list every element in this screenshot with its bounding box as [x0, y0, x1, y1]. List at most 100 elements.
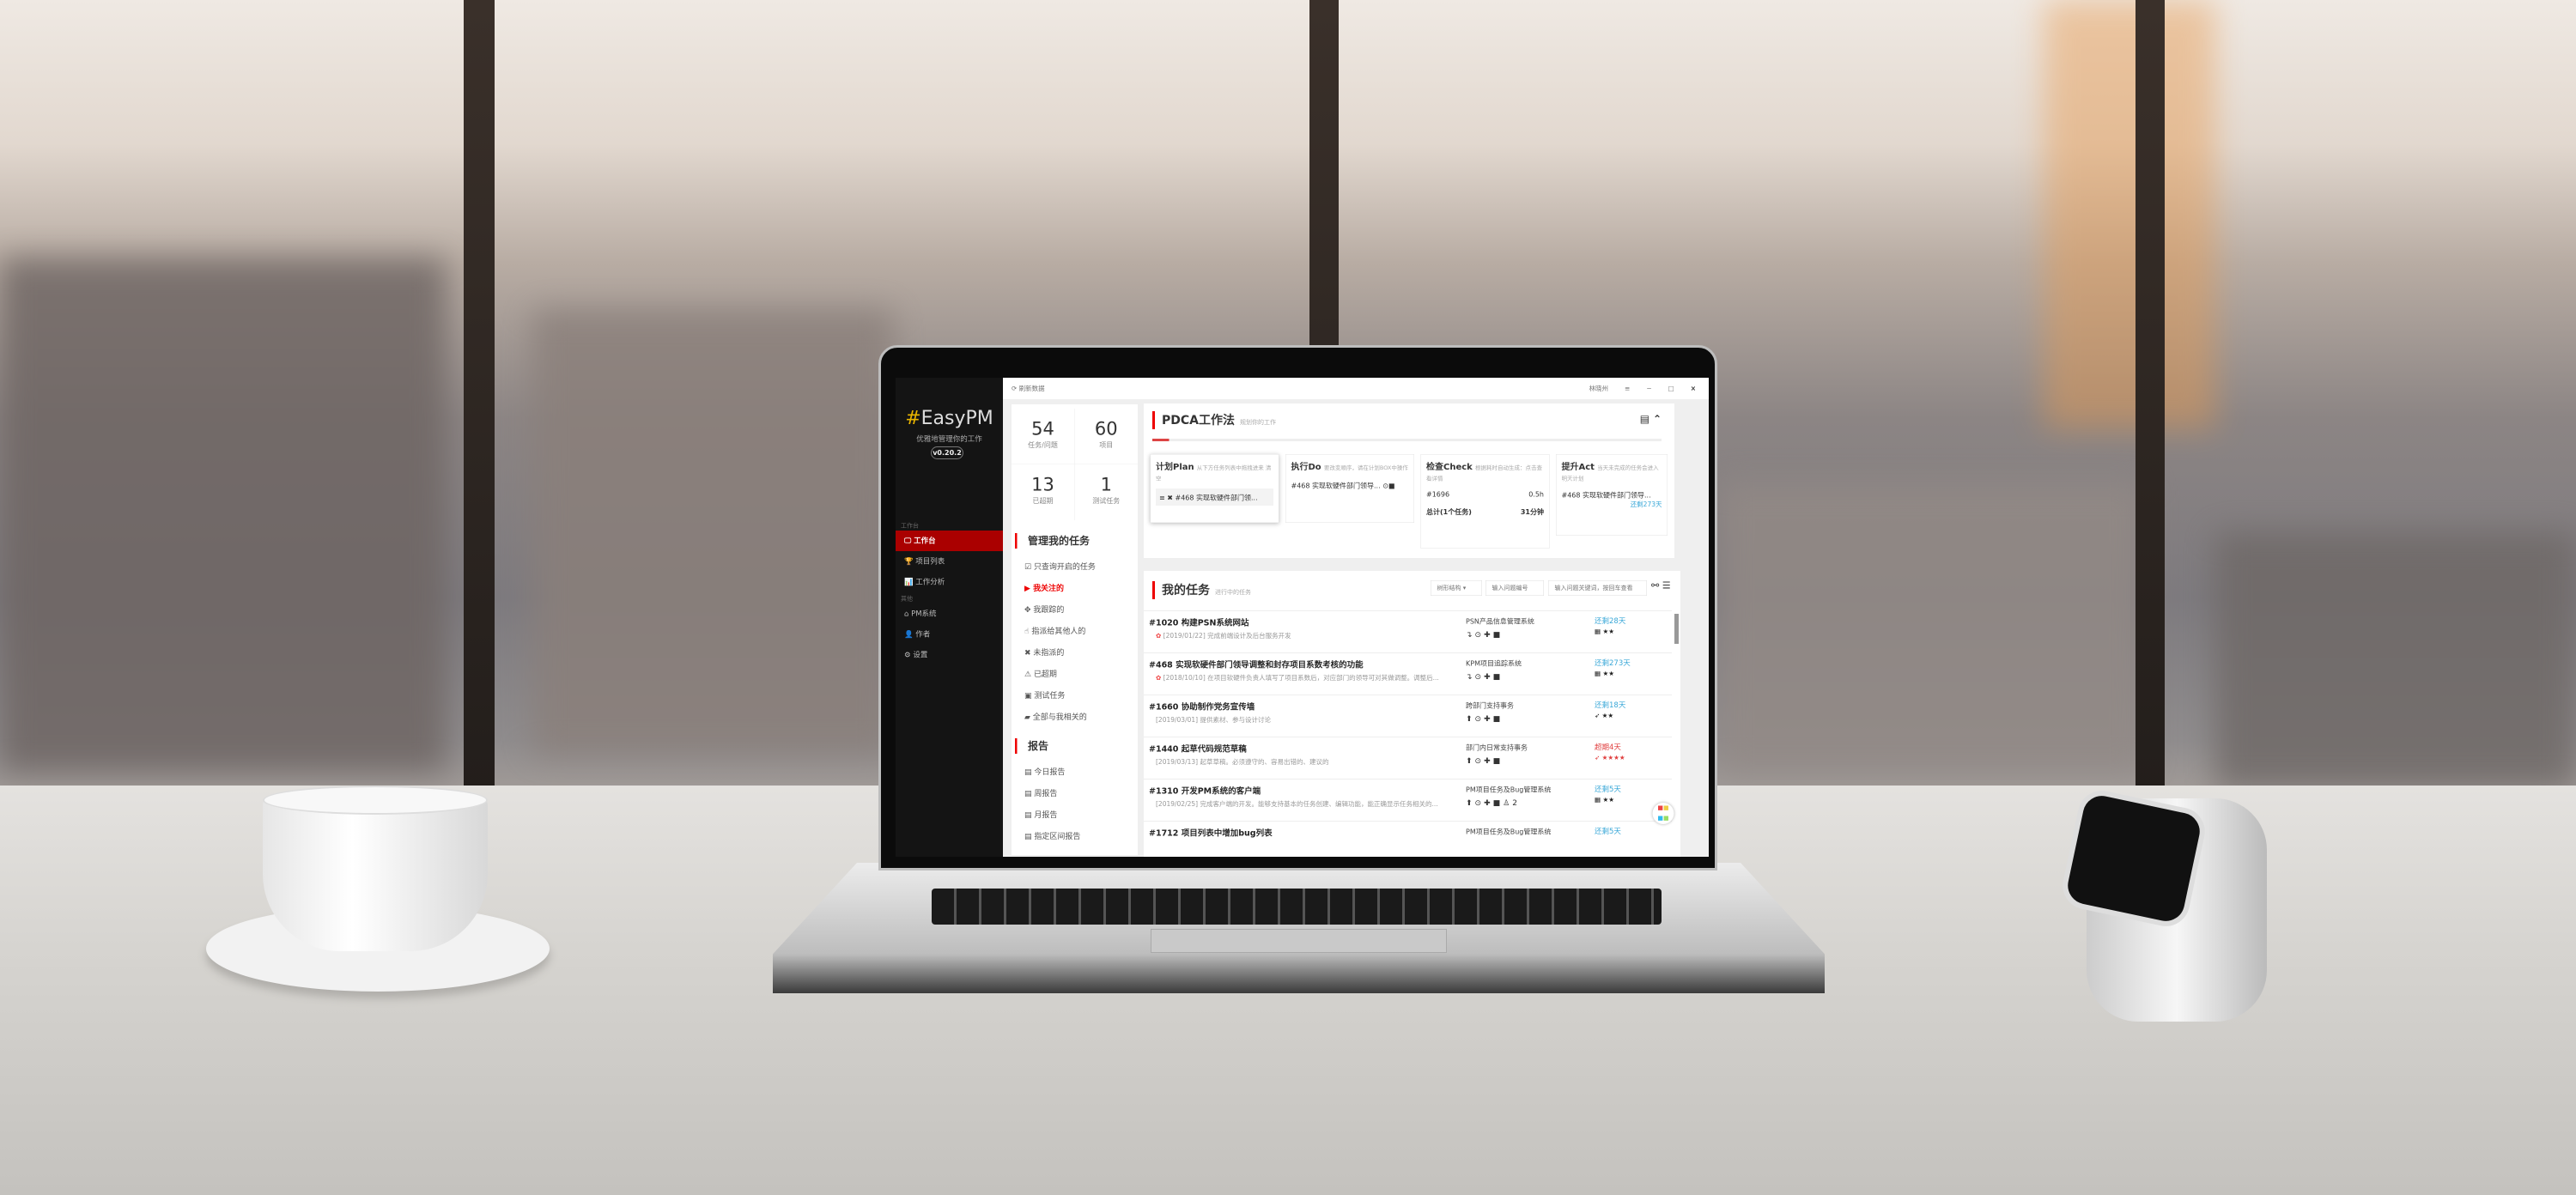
remove-icon[interactable]: ✖ [1167, 494, 1173, 502]
report-range[interactable]: ▤ 指定区间报告 [1012, 826, 1138, 847]
do-item[interactable]: #468 实现软硬件部门领导... ⊙■ [1291, 480, 1409, 490]
clock-icon[interactable]: ⊙ [1475, 714, 1485, 724]
check-item[interactable]: #1696 0.5h [1426, 490, 1544, 499]
plus-icon[interactable]: ✚ [1484, 630, 1493, 640]
filter-unassigned[interactable]: ✖ 未指派的 [1012, 642, 1138, 664]
sidebar-item-author[interactable]: 👤 作者 [896, 624, 1003, 645]
keyword-input[interactable]: 输入问题关键词，按回车查看 [1548, 580, 1647, 596]
move-icon[interactable]: ↴ [1466, 630, 1475, 640]
task-row[interactable]: #1020 构建PSN系统网站 ✿ [2019/01/22] 完成前端设计及后台… [1144, 610, 1672, 652]
task-project[interactable]: PM项目任务及Bug管理系统 [1466, 784, 1551, 794]
filter-open-only[interactable]: ☑ 只查询开启的任务 [1012, 556, 1138, 578]
collapse-icon[interactable]: ⌃ [1653, 413, 1662, 425]
stat-test[interactable]: 1 测试任务 [1075, 464, 1139, 520]
label: 树形结构 [1437, 585, 1461, 591]
menu-group-header: 工作台 [901, 522, 919, 530]
plus-icon[interactable]: ✚ [1484, 798, 1493, 808]
label: 作者 [915, 630, 931, 639]
move-icon[interactable]: ⬆ [1466, 798, 1475, 808]
task-project[interactable]: 跨部门支持事务 [1466, 700, 1514, 710]
report-icon[interactable]: ▤ [1640, 413, 1649, 425]
task-row[interactable]: #1712 项目列表中增加bug列表 PM项目任务及Bug管理系统 还剩5天 [1144, 821, 1672, 857]
drag-handle-icon[interactable]: ≡ [1159, 494, 1165, 502]
city-blur [532, 309, 893, 755]
plan-item[interactable]: ≡ ✖ #468 实现软硬件部门领... [1156, 488, 1273, 506]
sun-glow [2044, 0, 2215, 429]
sidebar: #EasyPM 优雅地管理你的工作 v0.20.2 工作台 🖵 工作台 🏆 项目… [896, 378, 1003, 857]
task-row[interactable]: #1310 开发PM系统的客户端 [2019/02/25] 完成客户端的开发。能… [1144, 779, 1672, 821]
task-project[interactable]: 部门内日常支持事务 [1466, 742, 1528, 752]
clock-icon[interactable]: ⊙ [1475, 798, 1485, 808]
report-icon: ▤ [1024, 789, 1032, 798]
filter-overdue[interactable]: ⚠ 已超期 [1012, 664, 1138, 685]
sidebar-item-workbench[interactable]: 🖵 工作台 [896, 531, 1003, 551]
checkbox-icon[interactable]: ☑ [1024, 562, 1031, 572]
task-priority: ➶ ★★ [1595, 712, 1614, 719]
act-item[interactable]: #468 实现软硬件部门领导... [1562, 489, 1662, 500]
maximize-button[interactable]: □ [1668, 378, 1674, 399]
task-title[interactable]: #1660 协助制作党务宣传墙 [1149, 701, 1255, 713]
sidebar-menu: 工作台 🖵 工作台 🏆 项目列表 📊 工作分析 其他 ⌂ PM系统 👤 作者 ⚙… [896, 519, 1003, 665]
stop-icon[interactable]: ■ [1493, 798, 1504, 808]
task-id-input[interactable]: 输入问题编号 [1485, 580, 1544, 596]
stop-icon[interactable]: ■ [1493, 714, 1504, 724]
minimize-button[interactable]: − [1646, 378, 1651, 399]
plus-icon[interactable]: ✚ [1484, 672, 1493, 682]
user-icon: 👤 [904, 630, 914, 639]
timer-icon[interactable]: ⊙■ [1382, 482, 1394, 490]
report-today[interactable]: ▤ 今日报告 [1012, 761, 1138, 783]
filter-watching[interactable]: ▶ 我关注的 [1012, 578, 1138, 599]
scrollbar[interactable] [1674, 614, 1679, 644]
move-icon[interactable]: ⬆ [1466, 756, 1475, 766]
clock-icon[interactable]: ⊙ [1475, 756, 1485, 766]
close-button[interactable]: × [1691, 378, 1696, 399]
plus-icon[interactable]: ✚ [1484, 756, 1493, 766]
report-week[interactable]: ▤ 周报告 [1012, 783, 1138, 804]
act-due: 还剩273天 [1630, 500, 1662, 508]
caret-right-icon: ▶ [1024, 584, 1030, 593]
stat-tasks[interactable]: 54 任务/问题 [1012, 409, 1075, 464]
filter-all-related[interactable]: ▰ 全部与我相关的 [1012, 707, 1138, 728]
task-project[interactable]: KPM项目追踪系统 [1466, 658, 1522, 668]
tree-icon[interactable]: ⚯ [1651, 580, 1659, 591]
sidebar-item-analysis[interactable]: 📊 工作分析 [896, 572, 1003, 592]
refresh-button[interactable]: ⟳ 刷新数据 [1012, 385, 1045, 392]
task-title[interactable]: #1310 开发PM系统的客户端 [1149, 785, 1261, 797]
clock-icon[interactable]: ⊙ [1475, 630, 1485, 640]
report-month[interactable]: ▤ 月报告 [1012, 804, 1138, 826]
flag-icon: ✿ [1156, 632, 1162, 640]
task-title[interactable]: #1440 起草代码规范草稿 [1149, 743, 1247, 755]
label: 工作分析 [915, 578, 945, 586]
task-title[interactable]: #1020 构建PSN系统网站 [1149, 616, 1249, 628]
filter-test[interactable]: ▣ 测试任务 [1012, 685, 1138, 707]
stop-icon[interactable]: ■ [1493, 672, 1504, 682]
stat-overdue[interactable]: 13 已超期 [1012, 464, 1075, 520]
stop-icon[interactable]: ■ [1493, 756, 1504, 766]
task-row[interactable]: #1660 协助制作党务宣传墙 [2019/03/01] 提供素材、参与设计讨论… [1144, 695, 1672, 737]
sidebar-item-projects[interactable]: 🏆 项目列表 [896, 551, 1003, 572]
filter-tracking[interactable]: ✥ 我跟踪的 [1012, 599, 1138, 621]
plus-icon[interactable]: ✚ [1484, 714, 1493, 724]
task-title[interactable]: #1712 项目列表中增加bug列表 [1149, 827, 1273, 839]
sidebar-item-settings[interactable]: ⚙ 设置 [896, 645, 1003, 665]
task-row[interactable]: #468 实现软硬件部门领导调整和封存项目系数考核的功能 ✿ [2018/10/… [1144, 652, 1672, 695]
list-icon[interactable]: ☰ [1662, 580, 1671, 591]
task-title[interactable]: #468 实现软硬件部门领导调整和封存项目系数考核的功能 [1149, 658, 1364, 670]
view-select[interactable]: 树形结构 ▾ [1431, 580, 1482, 596]
sidebar-item-pm-system[interactable]: ⌂ PM系统 [896, 604, 1003, 624]
task-project[interactable]: PM项目任务及Bug管理系统 [1466, 826, 1551, 836]
user-name[interactable]: 林晓州 [1589, 378, 1609, 399]
move-icon[interactable]: ↴ [1466, 672, 1475, 682]
clock-icon[interactable]: ⊙ [1475, 672, 1485, 682]
move-icon[interactable]: ⬆ [1466, 714, 1475, 724]
apps-button[interactable]: ■■ ■■ [1652, 803, 1674, 824]
panel-title: 我的任务 进行中的任务 [1152, 581, 1251, 599]
task-project[interactable]: PSN产品信息管理系统 [1466, 616, 1534, 626]
task-row[interactable]: #1440 起草代码规范草稿 [2019/03/13] 起草草稿。必须遵守的、容… [1144, 737, 1672, 779]
stop-icon[interactable]: ■ [1493, 630, 1504, 640]
label: #468 实现软硬件部门领导... [1291, 482, 1381, 490]
task-priority: ▦ ★★ [1595, 670, 1614, 677]
stat-projects[interactable]: 60 项目 [1074, 409, 1138, 464]
menu-icon[interactable]: ≡ [1625, 378, 1630, 399]
filter-assigned-others[interactable]: ☝ 指派给其他人的 [1012, 621, 1138, 642]
